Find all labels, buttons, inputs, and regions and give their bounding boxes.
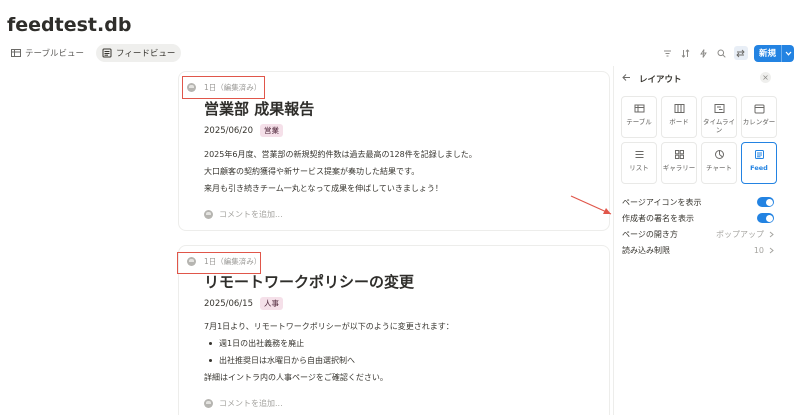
layout-option-timeline[interactable]: タイムライン (701, 96, 737, 138)
post-date-row: 2025/06/20 営業 (204, 124, 283, 137)
layout-option-gallery[interactable]: ギャラリー (661, 142, 697, 184)
comment-input[interactable]: コメントを追加... (204, 209, 283, 220)
setting-label: 読み込み制限 (622, 245, 670, 255)
new-button-label: 新規 (758, 49, 776, 59)
toolbar: 新規 (662, 44, 794, 62)
list-item: 週1日の出社義務を廃止 (204, 335, 454, 352)
post-date: 2025/06/15 (204, 298, 253, 309)
view-tabs: テーブルビュー フィードビュー (5, 44, 182, 62)
layout-option-list[interactable]: リスト (621, 142, 657, 184)
panel-title: レイアウト (639, 75, 682, 85)
body-line: 来月も引き続きチーム一丸となって成果を伸ばしていきましょう！ (204, 184, 443, 193)
avatar (204, 210, 213, 219)
list-icon (635, 151, 643, 158)
layout-option-table[interactable]: テーブル (621, 96, 657, 138)
post-title[interactable]: 営業部 成果報告 (204, 98, 314, 119)
layout-option-calendar[interactable]: カレンダー (741, 96, 777, 138)
body-line: 2025年6月度、営業部の新規契約件数は過去最高の128件を記録しました。 (204, 150, 477, 159)
board-icon (674, 104, 684, 113)
layout-option-label: ギャラリー (662, 164, 696, 172)
setting-label: 作成者の署名を表示 (622, 213, 694, 223)
post-body: 7月1日より、リモートワークポリシーが以下のように変更されます： 週1日の出社義… (204, 318, 454, 386)
layout-option-label: カレンダー (742, 118, 776, 126)
chevron-right-icon (769, 247, 774, 253)
post-date-row: 2025/06/15 人事 (204, 297, 283, 310)
comment-placeholder: コメントを追加... (219, 399, 283, 408)
list-item: 出社推奨日は水曜日から自由選択制へ (204, 352, 454, 369)
close-icon[interactable]: × (760, 72, 771, 83)
app-window: feedtest.db テーブルビュー フィードビュー 新規 1日（編集済み） … (0, 0, 800, 415)
post-date: 2025/06/20 (204, 125, 253, 136)
post-tag: 営業 (260, 124, 283, 137)
setting-row-author-signature[interactable]: 作成者の署名を表示 (622, 210, 774, 226)
toggle-switch[interactable] (757, 197, 774, 207)
layout-panel: レイアウト × テーブル ボード タイムライン カレンダー リスト ギャラリー … (614, 66, 800, 415)
settings-icon[interactable] (733, 46, 748, 60)
layout-option-chart[interactable]: チャート (701, 142, 737, 184)
setting-value-text: ポップアップ (716, 229, 764, 239)
setting-value-text: 10 (753, 245, 764, 255)
tab-label: テーブルビュー (25, 49, 84, 59)
body-line: 詳細はイントラ内の人事ページをご確認ください。 (204, 373, 388, 382)
bullet-list: 週1日の出社義務を廃止 出社推奨日は水曜日から自由選択制へ (204, 335, 454, 369)
setting-label: ページの開き方 (622, 229, 678, 239)
calendar-icon (754, 104, 764, 114)
chevron-right-icon (769, 231, 774, 237)
annotation-box (182, 76, 265, 99)
body-line: 7月1日より、リモートワークポリシーが以下のように変更されます： (204, 322, 454, 331)
tab-feed-view[interactable]: フィードビュー (96, 44, 182, 62)
layout-option-feed[interactable]: Feed (741, 142, 777, 184)
setting-value: ポップアップ (716, 229, 774, 240)
layout-option-label: タイムライン (702, 118, 736, 134)
automation-icon[interactable] (698, 47, 710, 59)
comment-input[interactable]: コメントを追加... (204, 398, 283, 409)
layout-option-board[interactable]: ボード (661, 96, 697, 138)
avatar (204, 399, 213, 408)
layout-settings: ページアイコンを表示 作成者の署名を表示 ページの開き方 ポップアップ 読み込み… (622, 194, 774, 258)
annotation-box (177, 252, 261, 274)
body-line: 大口顧客の契約獲得や新サービス提案が奏功した結果です。 (204, 167, 420, 176)
tab-table-view[interactable]: テーブルビュー (5, 44, 90, 62)
layout-grid: テーブル ボード タイムライン カレンダー リスト ギャラリー チャート Fee… (621, 96, 777, 184)
setting-row-page-icon[interactable]: ページアイコンを表示 (622, 194, 774, 210)
feed-icon (102, 48, 112, 58)
tab-label: フィードビュー (116, 49, 176, 59)
feed-icon (754, 150, 764, 159)
post-body: 2025年6月度、営業部の新規契約件数は過去最高の128件を記録しました。 大口… (204, 146, 477, 197)
layout-option-label: Feed (750, 164, 768, 172)
layout-option-label: リスト (629, 164, 649, 172)
new-button[interactable]: 新規 (753, 44, 794, 62)
panel-header: レイアウト (622, 73, 682, 85)
layout-option-label: ボード (669, 118, 689, 126)
layout-option-label: テーブル (626, 118, 652, 126)
filter-icon[interactable] (662, 47, 674, 59)
sort-icon[interactable] (680, 47, 692, 59)
chart-icon (714, 150, 724, 159)
toggle-switch[interactable] (757, 213, 774, 223)
page-title: feedtest.db (7, 14, 132, 36)
setting-label: ページアイコンを表示 (622, 197, 702, 207)
table-icon (11, 49, 21, 57)
setting-row-load-limit[interactable]: 読み込み制限 10 (622, 242, 774, 258)
post-title[interactable]: リモートワークポリシーの変更 (204, 271, 414, 292)
back-arrow-icon[interactable] (622, 73, 631, 85)
timeline-icon (714, 104, 724, 113)
setting-row-open-pages[interactable]: ページの開き方 ポップアップ (622, 226, 774, 242)
gallery-icon (674, 150, 684, 159)
layout-option-label: チャート (706, 164, 732, 172)
search-icon[interactable] (716, 47, 728, 59)
chevron-down-icon[interactable] (781, 44, 794, 62)
table-icon (634, 104, 644, 113)
post-tag: 人事 (260, 297, 283, 310)
setting-value: 10 (754, 246, 774, 255)
comment-placeholder: コメントを追加... (219, 210, 283, 219)
